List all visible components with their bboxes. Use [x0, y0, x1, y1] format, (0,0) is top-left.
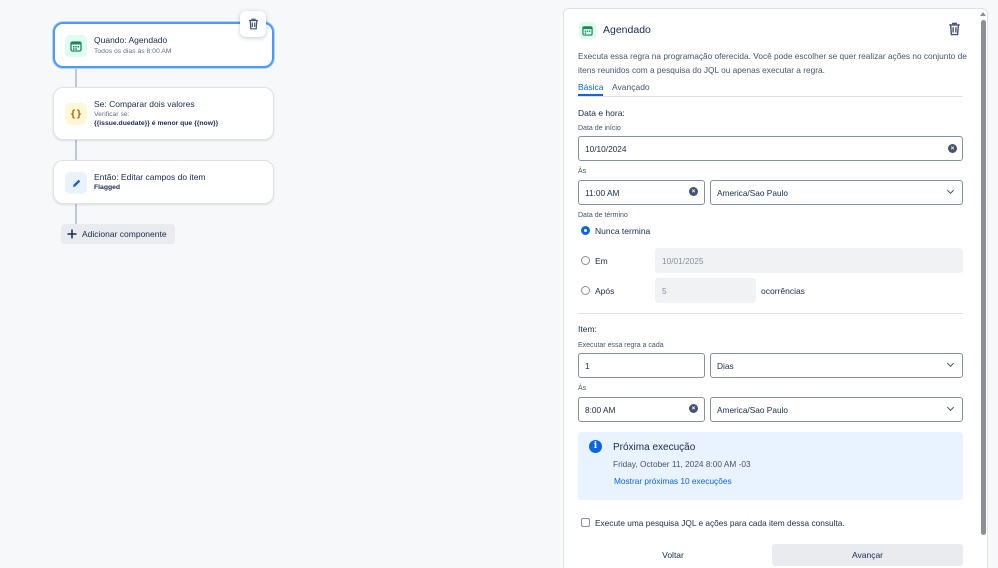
flow-connector — [75, 67, 77, 88]
delete-trigger-button[interactable] — [240, 11, 266, 37]
end-date-input[interactable]: 10/01/2025 — [655, 248, 963, 273]
clear-start-time-icon[interactable]: × — [689, 187, 698, 196]
condition-detail: {{issue.duedate}} é menor que {{now}} — [94, 120, 219, 127]
item-timezone-select[interactable]: America/Sao Paulo — [710, 397, 963, 422]
run-every-value: 1 — [585, 360, 590, 371]
next-button[interactable]: Avançar — [772, 544, 963, 566]
panel-title: Agendado — [603, 24, 651, 36]
calendar-icon — [579, 22, 596, 39]
scroll-up-icon[interactable] — [980, 12, 986, 16]
tab-active-indicator — [578, 94, 603, 96]
scrollbar-thumb[interactable] — [981, 20, 986, 535]
clear-start-date-icon[interactable]: × — [948, 144, 957, 153]
trash-icon — [948, 22, 960, 36]
flow-connector — [75, 203, 77, 225]
jql-checkbox[interactable] — [581, 518, 590, 527]
unit-value: Dias — [717, 360, 734, 371]
condition-subtitle: Verificar se: — [94, 111, 130, 118]
back-button[interactable]: Voltar — [578, 544, 768, 566]
condition-card[interactable]: {} Se: Comparar dois valores Verificar s… — [53, 87, 274, 140]
tab-advanced[interactable]: Avançado — [612, 82, 650, 92]
section-divider — [578, 313, 963, 314]
radio-never-ends[interactable] — [581, 226, 590, 235]
timezone-select[interactable]: America/Sao Paulo — [710, 180, 963, 205]
start-date-label: Data de início — [578, 125, 621, 132]
tab-basic[interactable]: Básica — [578, 82, 604, 92]
show-next-runs-link[interactable]: Mostrar próximas 10 execuções — [614, 476, 732, 486]
radio-ends-on[interactable] — [581, 256, 590, 265]
condition-title: Se: Comparar dois valores — [94, 99, 195, 109]
action-card[interactable]: Então: Editar campos do item Flagged — [53, 160, 274, 204]
item-timezone-value: America/Sao Paulo — [717, 404, 789, 415]
braces-icon: {} — [65, 103, 87, 125]
end-date-value: 10/01/2025 — [662, 255, 704, 266]
item-time-input[interactable]: 8:00 AM — [578, 397, 705, 422]
jql-checkbox-label: Execute uma pesquisa JQL e ações para ca… — [595, 518, 845, 528]
item-time-value: 8:00 AM — [585, 404, 616, 415]
end-date-label: Data de término — [578, 212, 628, 219]
start-time-label: Às — [578, 168, 587, 175]
trigger-title: Quando: Agendado — [94, 35, 168, 45]
calendar-icon — [65, 35, 87, 57]
timezone-value: America/Sao Paulo — [717, 187, 789, 198]
start-date-input[interactable]: 10/10/2024 — [578, 136, 963, 161]
run-every-label: Executar essa regra a cada — [578, 342, 664, 349]
panel-description: Executa essa regra na programação oferec… — [578, 51, 967, 75]
add-component-label: Adicionar componente — [82, 229, 167, 239]
next-run-datetime: Friday, October 11, 2024 8:00 AM -03 — [613, 459, 751, 469]
datetime-section-title: Data e hora: — [578, 108, 625, 118]
trigger-subtitle: Todos os dias às 8:00 AM — [94, 48, 172, 55]
ends-after-label: Após — [595, 286, 615, 296]
occurrences-label: ocorrências — [761, 286, 805, 296]
pencil-icon — [65, 172, 87, 194]
info-icon: i — [589, 440, 602, 453]
action-title: Então: Editar campos do item — [94, 172, 206, 182]
add-component-button[interactable]: Adicionar componente — [61, 224, 175, 244]
delete-button[interactable] — [946, 21, 962, 37]
item-time-label: Às — [578, 385, 587, 392]
start-time-input[interactable]: 11:00 AM — [578, 180, 705, 205]
plus-icon — [67, 229, 77, 239]
never-ends-label: Nunca termina — [595, 226, 651, 236]
next-run-title: Próxima execução — [613, 442, 696, 453]
trash-icon — [248, 18, 258, 30]
flow-connector — [75, 139, 77, 161]
ends-on-label: Em — [595, 256, 608, 266]
action-detail: Flagged — [94, 184, 121, 191]
occurrences-value: 5 — [662, 285, 667, 296]
radio-ends-after[interactable] — [581, 286, 590, 295]
clear-item-time-icon[interactable]: × — [689, 404, 698, 413]
unit-select[interactable]: Dias — [710, 353, 963, 378]
occurrences-input[interactable]: 5 — [655, 278, 756, 303]
start-time-value: 11:00 AM — [585, 187, 620, 198]
item-section-title: Item: — [578, 324, 597, 334]
rule-flow: Quando: Agendado Todos os dias às 8:00 A… — [0, 0, 560, 568]
start-date-value: 10/10/2024 — [585, 143, 627, 154]
tab-divider — [578, 96, 963, 97]
run-every-input[interactable]: 1 — [578, 353, 705, 378]
